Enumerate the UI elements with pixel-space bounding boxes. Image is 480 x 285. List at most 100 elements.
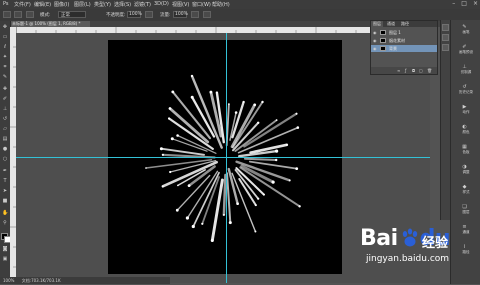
firework-streak <box>248 160 298 170</box>
path-select-tool-icon[interactable]: ➤ <box>2 189 8 194</box>
new-layer-icon[interactable]: ▢ <box>419 68 423 73</box>
history-icon[interactable] <box>442 24 449 31</box>
layer-row[interactable]: ◉ 图层 1 <box>371 29 437 36</box>
watermark-chinese: 经验 <box>422 236 449 251</box>
rp-styles[interactable]: ◆ 样式 <box>453 184 480 196</box>
crop-tool-icon[interactable]: ⌗ <box>2 65 8 70</box>
layer-row[interactable]: ◉ 烟花素材 <box>371 37 437 44</box>
close-icon[interactable]: × <box>473 0 478 9</box>
maximize-icon[interactable]: □ <box>461 0 467 9</box>
type-tool-icon[interactable]: T <box>2 179 8 184</box>
minimize-icon[interactable]: – <box>452 0 455 9</box>
rp-history[interactable]: ↺ 历史记录 <box>453 84 480 96</box>
doc-info: 文档:703.1K/703.1K <box>21 278 61 283</box>
brush-tool-icon[interactable]: ✐ <box>2 97 8 102</box>
properties-icon[interactable] <box>442 34 449 41</box>
menu-view[interactable]: 视图(V) <box>172 1 189 8</box>
layer-thumbnail <box>380 30 386 35</box>
guide-horizontal[interactable] <box>16 157 430 158</box>
rp-brush-preset[interactable]: ✐ 画笔预设 <box>453 44 480 56</box>
menu-type[interactable]: 类型(Y) <box>94 1 111 8</box>
firework-streak <box>160 147 205 156</box>
firework-spark <box>254 230 257 233</box>
firework-spark <box>296 126 300 129</box>
firework-spark <box>257 197 260 200</box>
firework-spark <box>216 91 218 94</box>
rp-actions[interactable]: ▶ 动作 <box>453 104 480 116</box>
dodge-tool-icon[interactable]: ○ <box>2 157 8 162</box>
airbrush-icon[interactable] <box>191 11 199 18</box>
tab-layers[interactable]: 图层 <box>371 21 383 27</box>
eyedropper-tool-icon[interactable]: ✎ <box>2 75 8 80</box>
mask-icon[interactable]: ◘ <box>412 68 415 73</box>
rp-clone-source[interactable]: ⊥ 仿制源 <box>453 64 480 76</box>
pen-tool-icon[interactable]: ✒ <box>2 169 8 174</box>
visibility-eye-icon[interactable]: ◉ <box>373 30 378 35</box>
menu-select[interactable]: 选择(S) <box>114 1 131 8</box>
link-layers-icon[interactable]: ∞ <box>397 68 400 73</box>
firework-spark <box>171 90 175 94</box>
rp-brush[interactable]: ✎ 画笔 <box>453 24 480 36</box>
brush-size-icon[interactable] <box>14 11 22 18</box>
fx-icon[interactable]: ƒ <box>405 68 406 73</box>
marquee-tool-icon[interactable]: ▭ <box>2 35 8 40</box>
info-icon[interactable] <box>442 44 449 51</box>
zoom-tool-icon[interactable]: ⚲ <box>2 221 8 226</box>
quick-mask-icon[interactable]: ◙ <box>2 247 8 252</box>
tab-paths[interactable]: 路径 <box>399 21 411 27</box>
trash-icon[interactable]: 🗑 <box>427 68 432 73</box>
layer-thumbnail <box>380 38 386 43</box>
firework-spark <box>271 180 275 184</box>
opacity-input[interactable]: 100% <box>127 11 142 18</box>
paw-icon <box>402 228 418 247</box>
firework-spark <box>190 95 194 99</box>
firework-spark <box>162 185 164 188</box>
guide-vertical[interactable] <box>226 33 227 283</box>
clone-stamp-tool-icon[interactable]: ⊥ <box>2 107 8 112</box>
healing-tool-icon[interactable]: ✚ <box>2 87 8 92</box>
menu-layer[interactable]: 图层(L) <box>74 1 91 8</box>
lasso-tool-icon[interactable]: ℓ <box>2 45 8 50</box>
tab-channels[interactable]: 通道 <box>385 21 397 27</box>
firework-spark <box>187 184 191 188</box>
magic-wand-tool-icon[interactable]: ✦ <box>2 55 8 60</box>
layer-row-selected[interactable]: ◉ 背景 <box>371 45 437 52</box>
firework-spark <box>261 100 264 104</box>
shape-tool-icon[interactable]: ■ <box>2 199 8 204</box>
menu-help[interactable]: 帮助(H) <box>212 1 230 8</box>
flow-input[interactable]: 100% <box>173 11 188 18</box>
tool-preset-icon[interactable] <box>3 11 11 18</box>
pressure-opacity-icon[interactable] <box>145 11 153 18</box>
pressure-size-icon[interactable] <box>203 11 211 18</box>
visibility-eye-icon[interactable]: ◉ <box>373 38 378 43</box>
menu-filter[interactable]: 滤镜(T) <box>134 1 151 8</box>
blur-tool-icon[interactable]: ● <box>2 147 8 152</box>
history-brush-tool-icon[interactable]: ↺ <box>2 117 8 122</box>
zoom-level[interactable]: 100% <box>3 278 14 283</box>
layer-name: 背景 <box>389 46 397 51</box>
firework-spark <box>275 158 278 162</box>
firework-spark <box>228 103 230 105</box>
visibility-eye-icon[interactable]: ◉ <box>373 46 378 51</box>
menu-file[interactable]: 文件(F) <box>14 1 31 8</box>
gradient-tool-icon[interactable]: ▤ <box>2 137 8 142</box>
hand-tool-icon[interactable]: ✋ <box>2 211 8 216</box>
menu-edit[interactable]: 编辑(E) <box>34 1 51 8</box>
mode-select[interactable]: 正常 <box>58 11 86 18</box>
firework-spark <box>298 205 301 208</box>
rp-swatches[interactable]: ▦ 色板 <box>453 144 480 156</box>
menu-image[interactable]: 图像(I) <box>54 1 69 8</box>
screen-mode-icon[interactable]: ▣ <box>2 257 8 262</box>
menu-window[interactable]: 窗口(W) <box>192 1 211 8</box>
layer-name: 烟花素材 <box>389 38 405 43</box>
firework-spark <box>242 100 245 104</box>
rp-adjustments[interactable]: ◑ 调整 <box>453 164 480 176</box>
move-tool-icon[interactable]: ✥ <box>2 25 8 30</box>
rp-layers[interactable]: ❏ 图层 <box>453 204 480 216</box>
rp-label: 画笔预设 <box>459 50 473 54</box>
opacity-label: 不透明度: <box>106 13 126 18</box>
brush-panel-icon[interactable] <box>26 11 34 18</box>
menu-3d[interactable]: 3D(D) <box>154 1 169 7</box>
eraser-tool-icon[interactable]: ▱ <box>2 127 8 132</box>
rp-color[interactable]: ◐ 颜色 <box>453 124 480 136</box>
